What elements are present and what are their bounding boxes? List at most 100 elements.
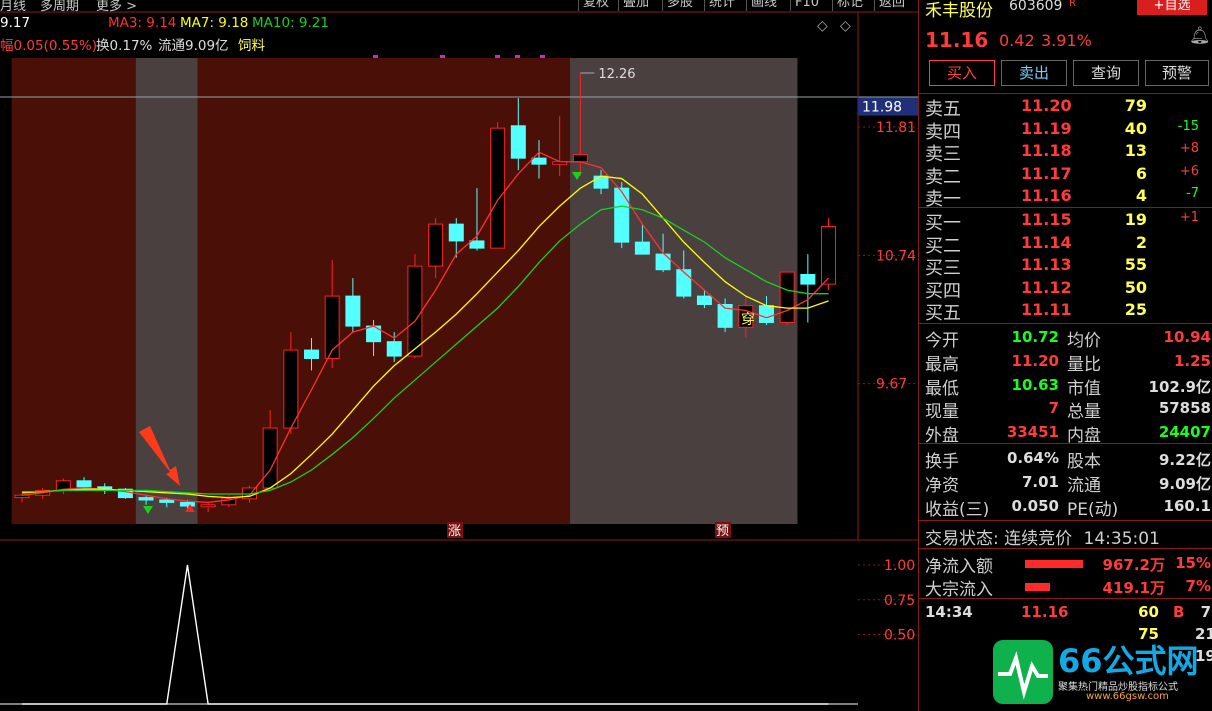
asks-row[interactable]: 卖四 11.19 40 -15 xyxy=(925,118,1209,143)
fundamental-value: 7.01 xyxy=(1021,473,1059,491)
sub-tick-label: 1.00 xyxy=(884,558,915,574)
separator xyxy=(919,520,1212,521)
asks-row[interactable]: 卖三 11.18 13 +8 xyxy=(925,141,1209,165)
logo-url: www.66gsw.com xyxy=(1086,691,1169,702)
yu-marker: 预 xyxy=(716,524,729,539)
asks-row[interactable]: 卖二 11.17 6 +6 xyxy=(925,163,1209,188)
flow-pct: 15% xyxy=(1175,554,1211,572)
bids-volume: 50 xyxy=(1124,277,1147,297)
expand-icon[interactable]: ◇ xyxy=(840,18,851,34)
highlight-price-label: 11.98 xyxy=(862,100,902,116)
alert-button[interactable]: 预警 xyxy=(1145,60,1209,86)
bids-volume: 55 xyxy=(1124,255,1147,275)
quote-value: 7 xyxy=(1048,399,1059,418)
quote-value: 102.9亿 xyxy=(1148,377,1211,396)
flow-label: 净流入额 xyxy=(925,557,993,577)
quote-label: 市值 xyxy=(1067,378,1101,399)
add-watchlist-button[interactable]: +自选 xyxy=(1137,0,1207,15)
flow-value: 967.2万 xyxy=(1102,556,1165,574)
quote-label: 现量 xyxy=(925,402,959,423)
candle[interactable] xyxy=(407,254,423,359)
query-button[interactable]: 查询 xyxy=(1073,60,1139,86)
asks-volume: 40 xyxy=(1124,118,1147,138)
bids-price: 11.15 xyxy=(1021,210,1072,229)
signal-dot xyxy=(440,55,445,58)
tick-count: 7 xyxy=(1200,603,1211,621)
trade-status-time: 14:35:01 xyxy=(1083,529,1160,549)
fundamental-label: 流通 xyxy=(1067,476,1101,496)
bids-volume: 2 xyxy=(1135,232,1147,252)
quote-value: 10.94 xyxy=(1163,328,1211,346)
price-tick-label: 10.74 xyxy=(876,248,916,264)
candle[interactable] xyxy=(779,271,795,325)
flow-pct: 7% xyxy=(1185,577,1211,595)
price-tick-label: 11.81 xyxy=(876,120,916,136)
fundamental-label: 净资 xyxy=(925,476,959,496)
separator xyxy=(919,93,1212,94)
separator xyxy=(919,443,1212,444)
bids-row[interactable]: 买三 11.13 55 xyxy=(925,255,1209,279)
zhang-marker: 涨 xyxy=(448,524,461,539)
bids-row[interactable]: 买四 11.12 50 xyxy=(925,277,1209,302)
bell-icon[interactable]: 🔔︎ xyxy=(1189,26,1211,46)
asks-row[interactable]: 卖五 11.20 79 xyxy=(925,96,1209,120)
watermark-logo: 66公式网 聚集热门精品炒股指标公式 www.66gsw.com xyxy=(990,636,1212,711)
bids-row[interactable]: 买一 11.15 19 +1 xyxy=(925,210,1209,234)
separator xyxy=(919,323,1212,324)
trade-status-value: 连续竞价 xyxy=(1004,529,1073,549)
fundamental-value: 160.1 xyxy=(1163,497,1211,515)
asks-row[interactable]: 卖一 11.16 4 -7 xyxy=(925,186,1209,210)
signal-zone xyxy=(11,58,136,524)
buy-button[interactable]: 买入 xyxy=(929,60,995,86)
separator xyxy=(919,548,1212,549)
quote-label: 总量 xyxy=(1067,402,1101,423)
stock-name: 禾丰股份 xyxy=(925,1,993,21)
flow-label: 大宗流入 xyxy=(925,580,993,600)
asks-volume: 13 xyxy=(1124,141,1147,161)
fundamental-value: 0.64% xyxy=(1006,449,1059,467)
signal-dot xyxy=(495,55,500,58)
kline-chart[interactable]: 1.00 0.75 0.50 11.81 10.74 9.67 11.98 12.26 涨 预… xyxy=(0,0,918,711)
quote-value: 57858 xyxy=(1158,399,1211,418)
asks-change: +8 xyxy=(1179,141,1199,157)
r-tag: R xyxy=(1069,0,1076,9)
bids-change: +1 xyxy=(1179,210,1199,225)
flow-bar xyxy=(1025,583,1050,591)
quote-label: 最低 xyxy=(925,378,959,399)
quote-label: 量比 xyxy=(1067,354,1101,375)
sell-button[interactable]: 卖出 xyxy=(1001,60,1067,86)
fundamental-value: 0.050 xyxy=(1011,497,1059,515)
quote-value: 24407 xyxy=(1158,423,1211,442)
bids-row[interactable]: 买五 11.11 25 xyxy=(925,300,1209,325)
asks-volume: 4 xyxy=(1135,186,1147,206)
asks-price: 11.18 xyxy=(1021,141,1072,161)
signal-dot xyxy=(515,55,520,58)
signal-dot xyxy=(373,55,378,58)
fundamental-value: 9.22亿 xyxy=(1158,451,1211,469)
bids-price: 11.11 xyxy=(1021,300,1072,320)
sub-indicator-line xyxy=(22,564,829,705)
quote-label: 最高 xyxy=(925,354,959,375)
quote-value: 1.25 xyxy=(1173,351,1211,370)
asks-change: +6 xyxy=(1179,163,1199,179)
separator xyxy=(919,598,1212,599)
flow-value: 419.1万 xyxy=(1102,579,1165,597)
candle[interactable] xyxy=(821,218,837,291)
bids-row[interactable]: 买二 11.14 2 xyxy=(925,232,1209,257)
trade-status-label: 交易状态: xyxy=(925,529,999,549)
bids-price: 11.14 xyxy=(1021,232,1072,252)
bids-label: 买五 xyxy=(925,303,961,325)
diamond-icon[interactable]: ◇ xyxy=(817,18,828,34)
quote-label: 均价 xyxy=(1067,331,1101,351)
logo-title: 66公式网 xyxy=(1058,642,1199,680)
candle[interactable] xyxy=(490,122,506,249)
high-price-label: 12.26 xyxy=(598,67,635,82)
asks-volume: 6 xyxy=(1135,163,1147,183)
tick-row: 14:34 11.16 60 B 7 xyxy=(925,603,1211,623)
quote-panel: 禾丰股份 603609 R +自选 11.16 0.42 3.91% 🔔︎ 买入… xyxy=(918,0,1212,711)
candle[interactable] xyxy=(800,254,816,323)
fundamental-label: 股本 xyxy=(1067,452,1101,472)
asks-change: -7 xyxy=(1186,186,1199,202)
bids-price: 11.13 xyxy=(1021,255,1072,275)
bids-price: 11.12 xyxy=(1021,277,1072,297)
